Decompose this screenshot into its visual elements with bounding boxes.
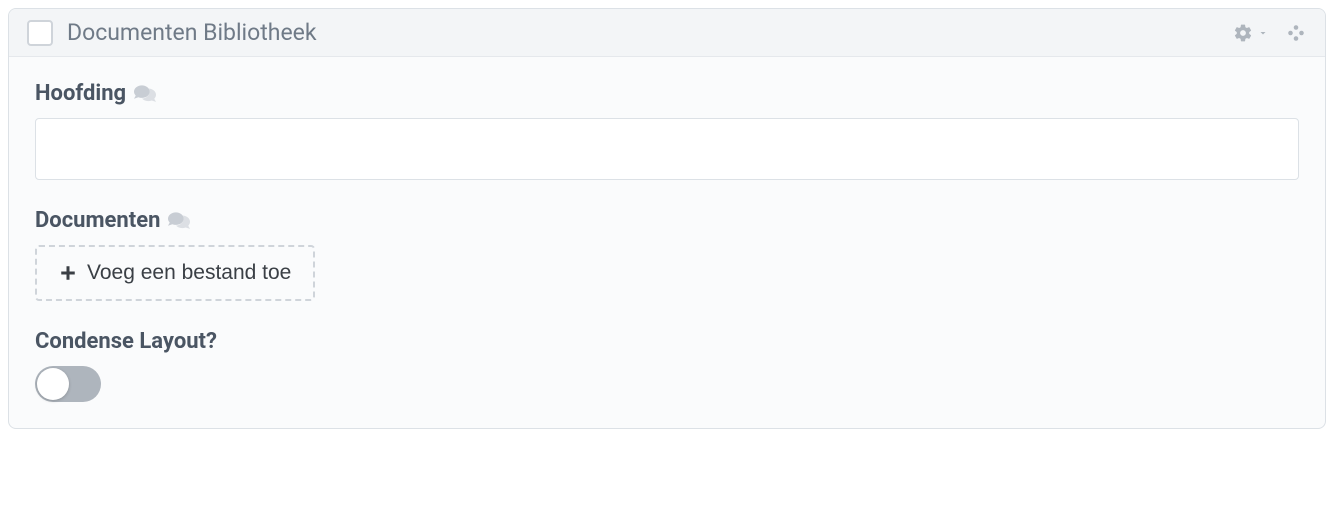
header-actions [1233, 22, 1307, 44]
heading-field-group: Hoofding [35, 81, 1299, 180]
heading-label: Hoofding [35, 81, 126, 106]
condense-label-row: Condense Layout? [35, 329, 1299, 354]
chevron-down-icon [1257, 27, 1269, 39]
gear-icon [1233, 23, 1253, 43]
condense-toggle[interactable] [35, 366, 101, 402]
documents-label: Documenten [35, 208, 160, 233]
drag-handle[interactable] [1285, 22, 1307, 44]
documents-label-row: Documenten [35, 208, 1299, 233]
add-file-label: Voeg een bestand toe [87, 261, 291, 285]
heading-input[interactable] [35, 118, 1299, 180]
toggle-knob [37, 368, 69, 400]
heading-label-row: Hoofding [35, 81, 1299, 106]
comment-icon[interactable] [168, 212, 190, 230]
panel-body: Hoofding Documenten [9, 57, 1325, 428]
condense-field-group: Condense Layout? [35, 329, 1299, 402]
plus-icon [59, 264, 77, 282]
condense-label: Condense Layout? [35, 329, 217, 354]
panel-select-checkbox[interactable] [27, 20, 53, 46]
comment-icon[interactable] [134, 85, 156, 103]
settings-dropdown[interactable] [1233, 23, 1269, 43]
panel-title: Documenten Bibliotheek [67, 19, 1233, 46]
panel-header: Documenten Bibliotheek [9, 9, 1325, 57]
add-file-button[interactable]: Voeg een bestand toe [35, 245, 315, 301]
documents-field-group: Documenten Voeg een bestand toe [35, 208, 1299, 301]
document-library-panel: Documenten Bibliotheek [8, 8, 1326, 429]
